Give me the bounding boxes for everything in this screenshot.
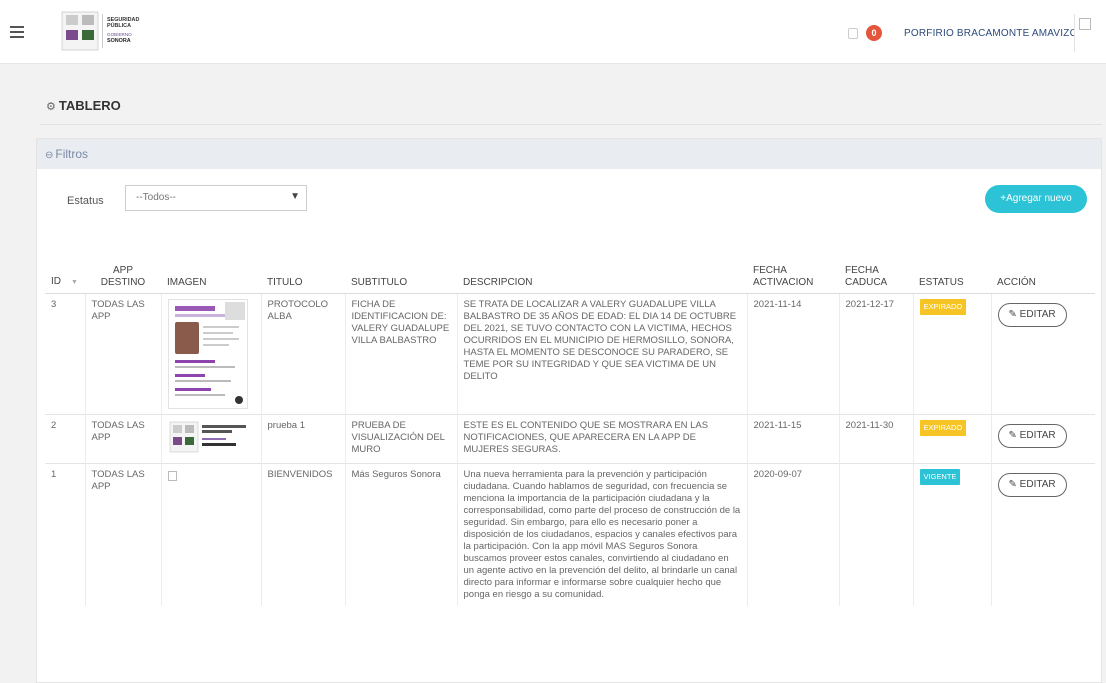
status-filter-value: --Todos-- xyxy=(136,192,177,203)
gear-icon: ⚙ xyxy=(46,101,56,113)
sort-icon: ▼ xyxy=(71,278,78,286)
col-header-action[interactable]: ACCIÓN xyxy=(991,247,1095,294)
col-header-description[interactable]: DESCRIPCION xyxy=(457,247,747,294)
edit-button[interactable]: ✎ EDITAR xyxy=(997,423,1067,448)
col-header-activation[interactable]: FECHA ACTIVACION xyxy=(747,247,839,294)
alba-flyer-thumbnail[interactable] xyxy=(167,298,248,409)
cell-subtitle: FICHA DE IDENTIFICACION DE: VALERY GUADA… xyxy=(344,293,457,414)
status-badge: VIGENTE xyxy=(919,468,961,485)
cell-title: PROTOCOLO ALBA xyxy=(260,293,345,414)
top-navbar: SEGURIDAD PÚBLICA GOBIERNO SONORA 0 PORF… xyxy=(0,0,1106,64)
avatar[interactable] xyxy=(1074,14,1106,52)
cell-app: TODAS LAS APP xyxy=(84,462,161,606)
cell-subtitle: Más Seguros Sonora xyxy=(344,462,457,606)
cell-description: Una nueva herramienta para la prevención… xyxy=(456,462,747,606)
cell-expiry-date: 2021-12-17 xyxy=(838,293,913,414)
cell-title: prueba 1 xyxy=(260,413,345,463)
cell-activation-date: 2021-11-14 xyxy=(746,293,839,414)
seguridad-logo-thumbnail[interactable] xyxy=(167,419,250,454)
table-row: 2 TODAS LAS APP prueba 1 PRUEBA DE VISUA… xyxy=(45,413,1095,463)
cell-action: ✎ EDITAR xyxy=(990,413,1095,463)
cell-activation-date: 2020-09-07 xyxy=(746,462,839,606)
status-filter-select[interactable]: --Todos-- ▼ xyxy=(125,185,307,211)
svg-text:SONORA: SONORA xyxy=(107,38,131,44)
table-row: 3 TODAS LAS APP PROTOCOLO ALBA FICHA DE … xyxy=(45,293,1095,414)
cell-activation-date: 2021-11-15 xyxy=(746,413,839,463)
cell-id: 3 xyxy=(51,298,57,310)
col-header-expiry[interactable]: FECHA CADUCA xyxy=(839,247,913,294)
cell-description: ESTE ES EL CONTENIDO QUE SE MOSTRARA EN … xyxy=(456,413,747,463)
cell-action: ✎ EDITAR xyxy=(990,293,1095,414)
svg-text:GOBIERNO: GOBIERNO xyxy=(107,32,132,37)
col-header-title[interactable]: TITULO xyxy=(261,247,345,294)
cell-image xyxy=(160,293,261,414)
edit-icon: ✎ xyxy=(1008,308,1020,320)
cell-image xyxy=(160,462,261,606)
add-new-button[interactable]: +Agregar nuevo xyxy=(985,185,1087,213)
chevron-down-icon: ▼ xyxy=(290,191,300,202)
col-header-image[interactable]: IMAGEN xyxy=(161,247,261,294)
col-header-id[interactable]: ID ▼ xyxy=(45,247,85,294)
filters-header[interactable]: ⊖ Filtros xyxy=(37,139,1101,169)
svg-text:PÚBLICA: PÚBLICA xyxy=(107,22,131,29)
user-name[interactable]: PORFIRIO BRACAMONTE AMAVIZCA xyxy=(904,28,1084,39)
main-panel: ⊖ Filtros Estatus --Todos-- ▼ +Agregar nu… xyxy=(36,138,1102,683)
col-header-app[interactable]: APP DESTINO xyxy=(85,247,161,294)
table-header-row: ID ▼ APP DESTINO IMAGEN TITULO SUBTITULO … xyxy=(45,247,1095,294)
cell-status: EXPIRADO xyxy=(912,413,991,463)
filters-title: ⊖ Filtros xyxy=(45,147,88,161)
cell-app: TODAS LAS APP xyxy=(84,413,161,463)
cell-status: EXPIRADO xyxy=(912,293,991,414)
page-title: ⚙ TABLERO xyxy=(46,98,121,113)
filter-icon: ⊖ xyxy=(45,150,54,161)
cell-action: ✎ EDITAR xyxy=(990,462,1095,606)
cell-app: TODAS LAS APP xyxy=(84,293,161,414)
edit-button[interactable]: ✎ EDITAR xyxy=(997,302,1067,327)
status-filter-label: Estatus xyxy=(67,195,104,207)
cell-expiry-date xyxy=(838,462,913,606)
status-badge: EXPIRADO xyxy=(919,419,967,436)
edit-icon: ✎ xyxy=(1008,478,1020,490)
cell-subtitle: PRUEBA DE VISUALIZACIÓN DEL MURO xyxy=(344,413,457,463)
edit-button[interactable]: ✎ EDITAR xyxy=(997,472,1067,497)
cell-image xyxy=(160,413,261,463)
cell-id: 1 xyxy=(45,462,85,606)
cell-description: SE TRATA DE LOCALIZAR A VALERY GUADALUPE… xyxy=(456,293,747,414)
cell-expiry-date: 2021-11-30 xyxy=(838,413,913,463)
bell-icon[interactable] xyxy=(848,28,858,39)
col-header-status[interactable]: ESTATUS xyxy=(913,247,991,294)
notification-badge[interactable]: 0 xyxy=(866,25,882,41)
edit-icon: ✎ xyxy=(1008,429,1020,441)
status-badge: EXPIRADO xyxy=(919,298,967,315)
table-row: 1 TODAS LAS APP BIENVENIDOS Más Seguros … xyxy=(45,462,1095,606)
col-header-subtitle[interactable]: SUBTITULO xyxy=(345,247,457,294)
notifications-table: ID ▼ APP DESTINO IMAGEN TITULO SUBTITULO … xyxy=(45,247,1095,606)
menu-icon[interactable] xyxy=(10,26,24,38)
cell-title: BIENVENIDOS xyxy=(260,462,345,606)
divider xyxy=(40,124,1102,125)
page-title-text: TABLERO xyxy=(58,98,121,113)
cell-status: VIGENTE xyxy=(912,462,991,606)
seguridad-publica-sonora-logo: SEGURIDAD PÚBLICA GOBIERNO SONORA xyxy=(60,10,164,52)
broken-image-icon[interactable] xyxy=(167,470,177,481)
filters-title-text: Filtros xyxy=(55,147,89,161)
cell-id: 2 xyxy=(45,413,85,463)
